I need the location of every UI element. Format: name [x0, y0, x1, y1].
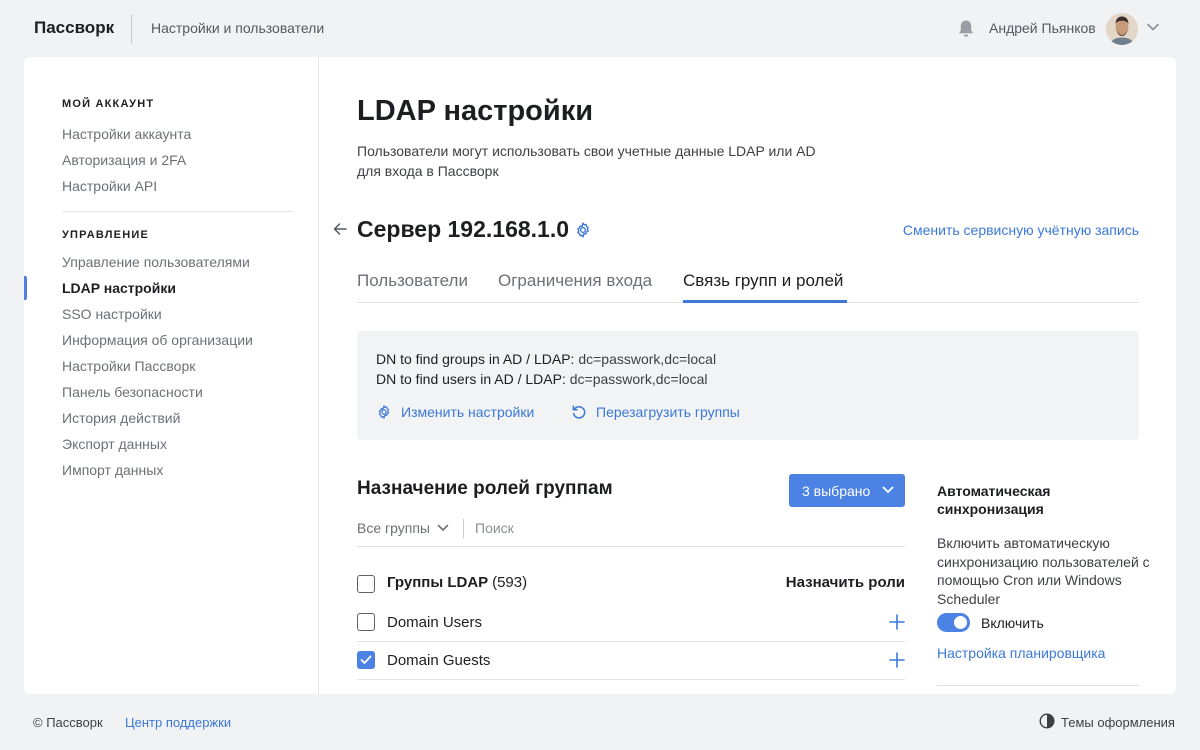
auto-sync-toggle[interactable] — [937, 613, 970, 632]
scheduler-settings-link[interactable]: Настройка планировщика — [937, 645, 1105, 661]
refresh-icon — [572, 405, 586, 419]
header-section-title: Настройки и пользователи — [151, 20, 325, 36]
page-title: LDAP настройки — [357, 95, 594, 127]
active-tab-indicator — [683, 300, 847, 303]
user-name[interactable]: Андрей Пьянков — [989, 20, 1096, 36]
selected-count-label: 3 выбрано — [802, 482, 871, 499]
top-header: Пассворк Настройки и пользователи Андрей… — [0, 0, 1200, 57]
search-input[interactable] — [475, 517, 775, 539]
table-row: Domain Users — [357, 604, 905, 642]
roles-section-title: Назначение ролей группам — [357, 478, 613, 499]
sidebar-item-activity-history[interactable]: История действий — [62, 410, 180, 426]
sidebar-group-title-account: МОЙ АККАУНТ — [62, 98, 155, 110]
reload-groups-button[interactable]: Перезагрузить группы — [571, 404, 740, 420]
group-filter-dropdown[interactable]: Все группы — [357, 520, 449, 536]
group-name: Domain Guests — [387, 652, 491, 669]
server-tabs: Пользователи Ограничения входа Связь гру… — [357, 267, 1139, 303]
sidebar-item-account-settings[interactable]: Настройки аккаунта — [62, 126, 191, 142]
auto-sync-toggle-label: Включить — [981, 614, 1044, 631]
select-all-checkbox[interactable] — [357, 575, 375, 593]
groups-table-header: Группы LDAP (593) Назначить роли — [357, 573, 905, 595]
tab-users[interactable]: Пользователи — [357, 271, 468, 291]
sidebar-item-data-export[interactable]: Экспорт данных — [62, 436, 167, 452]
auto-sync-panel: Автоматическая синхронизация Включить ав… — [937, 482, 1153, 686]
groups-count: (593) — [492, 574, 528, 591]
row-checkbox[interactable] — [357, 651, 375, 669]
main-content: LDAP настройки Пользователи могут исполь… — [320, 57, 1176, 694]
groups-header-label: Группы LDAP (593) — [387, 574, 527, 591]
dn-info-box: DN to find groups in AD / LDAP: dc=passw… — [357, 331, 1139, 440]
group-name: Domain Users — [387, 614, 483, 631]
sidebar-item-data-import[interactable]: Импорт данных — [62, 462, 163, 478]
sidebar-item-organization-info[interactable]: Информация об организации — [62, 332, 253, 348]
tab-group-role-mapping[interactable]: Связь групп и ролей — [683, 271, 843, 291]
sidebar-item-ldap-settings[interactable]: LDAP настройки — [62, 280, 176, 296]
users-dn-label: DN to find users in AD / LDAP: — [376, 371, 566, 387]
edit-settings-label: Изменить настройки — [401, 404, 535, 420]
tab-login-restrictions[interactable]: Ограничения входа — [498, 271, 652, 291]
users-dn-line: DN to find users in AD / LDAP: dc=passwo… — [376, 371, 708, 387]
checkmark-icon — [360, 655, 372, 664]
sidebar-item-api-settings[interactable]: Настройки API — [62, 178, 157, 194]
server-title: Сервер 192.168.1.0 — [357, 216, 570, 242]
reload-groups-label: Перезагрузить группы — [596, 404, 740, 420]
header-divider — [131, 14, 132, 44]
sidebar-item-auth-2fa[interactable]: Авторизация и 2FA — [62, 152, 186, 168]
edit-settings-button[interactable]: Изменить настройки — [376, 404, 534, 420]
row-checkbox[interactable] — [357, 613, 375, 631]
groups-dn-line: DN to find groups in AD / LDAP: dc=passw… — [376, 351, 716, 367]
settings-sidebar: МОЙ АККАУНТ Настройки аккаунта Авторизац… — [24, 57, 319, 694]
sidebar-item-user-management[interactable]: Управление пользователями — [62, 254, 250, 270]
selected-count-button[interactable]: 3 выбрано — [789, 474, 905, 507]
chevron-down-icon — [437, 524, 449, 531]
users-dn-value: dc=passwork,dc=local — [569, 371, 708, 387]
auto-sync-toggle-row: Включить — [937, 613, 1044, 632]
plus-icon[interactable] — [889, 652, 905, 668]
footer-copyright: © Пассворк — [33, 715, 103, 730]
group-filter-label: Все группы — [357, 520, 430, 536]
filter-divider — [463, 519, 464, 538]
auto-sync-description: Включить автоматическую синхронизацию по… — [937, 535, 1150, 607]
auto-sync-title: Автоматическая синхронизация — [937, 483, 1051, 517]
groups-dn-label: DN to find groups in AD / LDAP: — [376, 351, 575, 367]
groups-header-title: Группы LDAP — [387, 574, 488, 591]
gear-icon[interactable] — [574, 221, 592, 239]
sidebar-divider — [62, 211, 292, 212]
sidebar-item-security-dashboard[interactable]: Панель безопасности — [62, 384, 203, 400]
bell-icon[interactable] — [957, 19, 975, 39]
avatar[interactable] — [1106, 13, 1138, 45]
theme-contrast-icon[interactable] — [1039, 713, 1055, 729]
user-photo-icon — [1106, 13, 1138, 45]
themes-link[interactable]: Темы оформления — [1061, 715, 1175, 730]
change-service-account-link[interactable]: Сменить сервисную учётную запись — [903, 222, 1139, 238]
sidebar-item-passwork-settings[interactable]: Настройки Пассворк — [62, 358, 195, 374]
chevron-down-icon — [882, 486, 894, 493]
table-row: Domain Guests — [357, 642, 905, 680]
sync-divider — [937, 685, 1139, 686]
plus-icon[interactable] — [889, 614, 905, 630]
groups-dn-value: dc=passwork,dc=local — [578, 351, 717, 367]
assign-roles-header: Назначить роли — [785, 574, 905, 591]
app-logo[interactable]: Пассворк — [34, 18, 114, 38]
chevron-down-icon[interactable] — [1146, 22, 1160, 32]
gear-icon — [378, 405, 390, 419]
page-description: Пользователи могут использовать свои уче… — [357, 143, 816, 179]
sidebar-active-indicator — [24, 276, 27, 300]
sidebar-group-title-management: УПРАВЛЕНИЕ — [62, 229, 149, 241]
group-filter-bar: Все группы — [357, 517, 905, 547]
back-arrow-icon[interactable] — [332, 221, 348, 237]
content-card: МОЙ АККАУНТ Настройки аккаунта Авторизац… — [24, 57, 1176, 694]
support-center-link[interactable]: Центр поддержки — [125, 715, 231, 730]
sidebar-item-sso-settings[interactable]: SSO настройки — [62, 306, 162, 322]
